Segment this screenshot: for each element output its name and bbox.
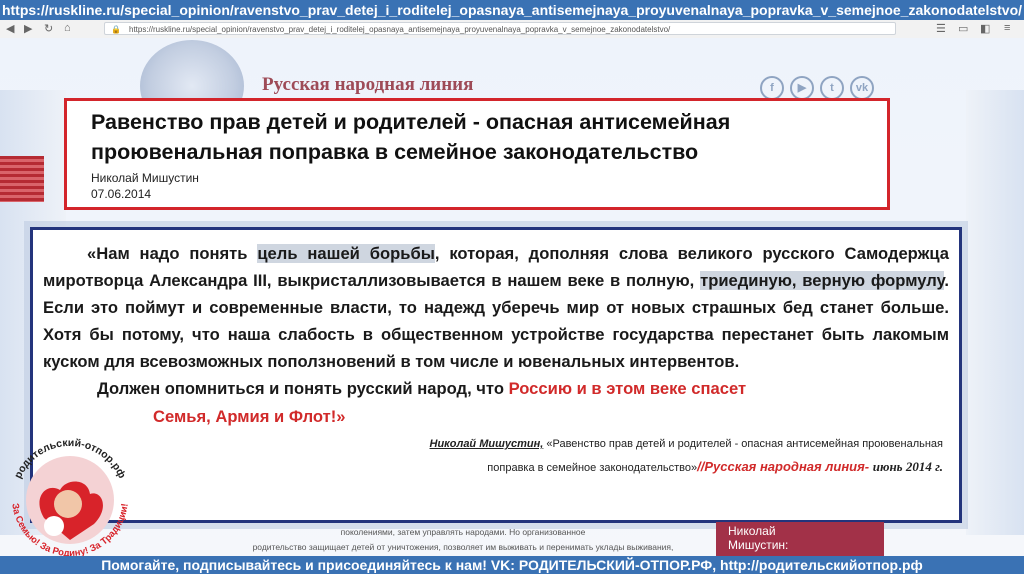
top-url-banner: https://ruskline.ru/special_opinion/rave… bbox=[0, 0, 1024, 20]
address-bar[interactable]: 🔒 https://ruskline.ru/special_opinion/ra… bbox=[104, 22, 896, 35]
author-sidebox[interactable]: Николай Мишустин: bbox=[716, 522, 884, 556]
reload-icon[interactable]: ↻ bbox=[44, 22, 53, 35]
quote-highlight-2: триединую, верную формулу bbox=[700, 271, 945, 290]
citation-author: Николай Мишустин, bbox=[429, 438, 544, 450]
menu-icon[interactable]: ≡ bbox=[1004, 22, 1010, 34]
page-text-line-2: родительство защищает детей от уничтожен… bbox=[252, 542, 674, 552]
sidebox-line-2: Мишустин: bbox=[728, 538, 789, 552]
twitter-icon[interactable]: t bbox=[820, 76, 844, 100]
citation-text-2: поправка в семейное законодательство» bbox=[487, 462, 698, 474]
youtube-icon[interactable]: ▶ bbox=[790, 76, 814, 100]
right-decoration bbox=[966, 90, 1024, 535]
back-icon[interactable]: ◀ bbox=[6, 22, 14, 35]
quote-conclusion-red-2: Семья, Армия и Флот!» bbox=[153, 407, 346, 426]
citation: Николай Мишустин, «Равенство прав детей … bbox=[43, 431, 949, 457]
browser-toolbar: ◀ ▶ ↻ ⌂ 🔒 https://ruskline.ru/special_op… bbox=[0, 20, 1024, 39]
red-stripe-decoration bbox=[0, 156, 44, 202]
site-title[interactable]: Русская народная линия bbox=[262, 74, 473, 96]
reader-icon[interactable]: ▭ bbox=[958, 22, 968, 35]
citation-date: июнь 2014 г. bbox=[872, 459, 943, 474]
roditelsky-otpor-logo: родительский-отпор.рф За Семью! За Родин… bbox=[9, 437, 130, 559]
quote-text-a: «Нам надо понять bbox=[87, 244, 258, 263]
quote-conclusion-line2: Семья, Армия и Флот!» bbox=[43, 403, 949, 431]
quote-conclusion: Должен опомниться и понять русский народ… bbox=[43, 375, 949, 403]
forward-icon[interactable]: ▶ bbox=[24, 22, 32, 35]
bottom-banner: Помогайте, подписывайтесь и присоединяйт… bbox=[0, 556, 1024, 574]
vk-icon[interactable]: vk bbox=[850, 76, 874, 100]
quote-highlight-1: цель нашей борьбы bbox=[257, 244, 435, 263]
citation-line2: поправка в семейное законодательство»//Р… bbox=[43, 457, 949, 478]
quote-paragraph: «Нам надо понять цель нашей борьбы, кото… bbox=[43, 240, 949, 375]
bookmarks-icon[interactable]: ☰ bbox=[936, 22, 946, 35]
page-body-text: поколениями, затем управлять народами. Н… bbox=[228, 524, 698, 554]
lock-icon: 🔒 bbox=[111, 25, 121, 34]
citation-text: «Равенство прав детей и родителей - опас… bbox=[543, 438, 943, 450]
headline-box: Равенство прав детей и родителей - опасн… bbox=[64, 98, 890, 210]
social-icons: f ▶ t vk bbox=[760, 76, 874, 100]
extensions-icon[interactable]: ◧ bbox=[980, 22, 990, 35]
article-title: Равенство прав детей и родителей - опасн… bbox=[91, 110, 731, 164]
sidebox-line-1: Николай bbox=[728, 524, 776, 538]
article-author: Николай Мишустин bbox=[91, 171, 199, 185]
quote-conclusion-red-1: Россию и в этом веке спасет bbox=[508, 379, 747, 398]
home-icon[interactable]: ⌂ bbox=[64, 22, 71, 34]
quote-conclusion-black: Должен опомниться и понять русский народ… bbox=[97, 379, 509, 398]
address-text: https://ruskline.ru/special_opinion/rave… bbox=[129, 25, 671, 34]
quote-box: «Нам надо понять цель нашей борьбы, кото… bbox=[30, 227, 962, 523]
facebook-icon[interactable]: f bbox=[760, 76, 784, 100]
article-date: 07.06.2014 bbox=[91, 187, 152, 201]
citation-source: //Русская народная линия- bbox=[697, 459, 873, 474]
page-text-line-1: поколениями, затем управлять народами. Н… bbox=[340, 527, 586, 537]
